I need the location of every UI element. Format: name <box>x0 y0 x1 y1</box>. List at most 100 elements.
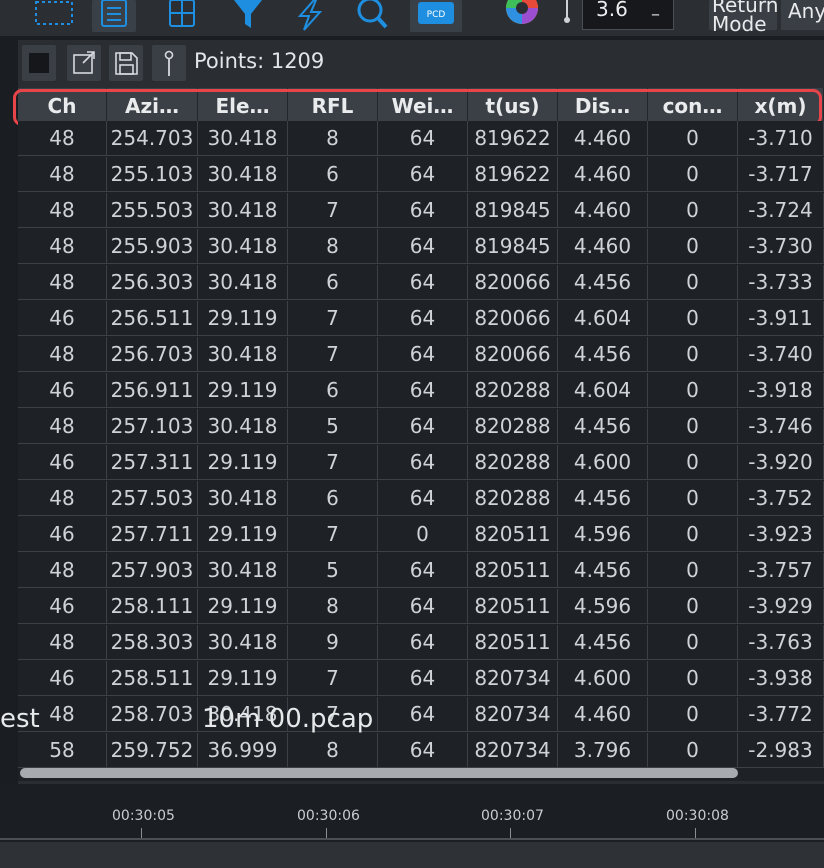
table-cell: 4.456 <box>558 265 648 300</box>
table-cell: -3.717 <box>738 157 824 192</box>
filter-icon[interactable] <box>226 0 270 32</box>
table-cell: 30.418 <box>198 553 288 588</box>
table-cell: 6 <box>288 373 378 408</box>
export-button[interactable] <box>67 45 101 81</box>
table-cell: -3.929 <box>738 589 824 624</box>
table-cell: 0 <box>648 445 738 480</box>
table-cell: 819622 <box>468 121 558 156</box>
table-cell: 64 <box>378 193 468 228</box>
table-cell: -3.724 <box>738 193 824 228</box>
timeline-tick <box>695 828 696 838</box>
table-cell: 0 <box>648 517 738 552</box>
timeline-footer <box>0 842 824 868</box>
table-row[interactable]: 48 258.303 30.418 9 64 820511 4.456 0 -3.763 <box>18 625 824 661</box>
table-cell: 5 <box>288 409 378 444</box>
table-row[interactable]: 48 257.103 30.418 5 64 820288 4.456 0 -3.746 <box>18 409 824 445</box>
table-cell: -3.938 <box>738 661 824 696</box>
table-row[interactable]: 46 257.311 29.119 7 64 820288 4.600 0 -3.920 <box>18 445 824 481</box>
table-cell: 64 <box>378 697 468 732</box>
table-cell: 0 <box>648 229 738 264</box>
timeline-tick-label: 00:30:08 <box>666 808 729 824</box>
table-cell: 64 <box>378 373 468 408</box>
table-cell: 46 <box>18 589 107 624</box>
pin-button[interactable] <box>152 45 186 81</box>
point-size-decrement[interactable]: – <box>651 4 660 25</box>
select-rect-icon[interactable] <box>28 0 80 32</box>
timeline-tick <box>510 828 511 838</box>
table-cell: -3.752 <box>738 481 824 516</box>
table-cell: 48 <box>18 409 107 444</box>
table-cell: 8 <box>288 733 378 768</box>
grid-view-icon[interactable] <box>160 0 204 32</box>
search-icon[interactable] <box>350 0 394 32</box>
table-row[interactable]: 48 254.703 30.418 8 64 819622 4.460 0 -3.710 <box>18 121 824 157</box>
table-cell: -3.730 <box>738 229 824 264</box>
table-cell: 7 <box>288 445 378 480</box>
table-cell: -2.983 <box>738 733 824 768</box>
table-row[interactable]: 46 258.111 29.119 8 64 820511 4.596 0 -3.929 <box>18 589 824 625</box>
table-row[interactable]: 48 257.503 30.418 6 64 820288 4.456 0 -3.752 <box>18 481 824 517</box>
table-cell: 4.460 <box>558 157 648 192</box>
main-toolbar: PCD 3.6 – Return Mode Any <box>0 0 824 36</box>
table-cell: 820288 <box>468 445 558 480</box>
table-cell: 0 <box>648 697 738 732</box>
table-cell: 820511 <box>468 589 558 624</box>
table-row[interactable]: 58 259.752 36.999 8 64 820734 3.796 0 -2.983 <box>18 733 824 769</box>
table-cell: 0 <box>648 553 738 588</box>
list-view-icon[interactable] <box>92 0 136 32</box>
horizontal-scrollbar[interactable] <box>20 768 738 778</box>
timeline-track <box>0 838 824 840</box>
table-row[interactable]: 46 258.511 29.119 7 64 820734 4.600 0 -3.938 <box>18 661 824 697</box>
table-cell: 255.503 <box>107 193 198 228</box>
table-cell: 30.418 <box>198 193 288 228</box>
table-cell: 48 <box>18 625 107 660</box>
table-row[interactable]: 48 257.903 30.418 5 64 820511 4.456 0 -3.757 <box>18 553 824 589</box>
table-cell: 36.999 <box>198 733 288 768</box>
table-row[interactable]: 46 256.511 29.119 7 64 820066 4.604 0 -3.911 <box>18 301 824 337</box>
stop-button[interactable] <box>22 45 56 81</box>
save-icon <box>115 52 138 75</box>
table-cell: -3.710 <box>738 121 824 156</box>
table-cell: 4.456 <box>558 409 648 444</box>
table-cell: -3.911 <box>738 301 824 336</box>
return-mode-label: Return Mode <box>712 0 779 36</box>
point-size-slider-icon[interactable] <box>560 0 574 32</box>
table-cell: 4.456 <box>558 337 648 372</box>
table-cell: -3.772 <box>738 697 824 732</box>
table-cell: 30.418 <box>198 157 288 192</box>
table-cell: -3.733 <box>738 265 824 300</box>
table-cell: 7 <box>288 193 378 228</box>
overlay-file-name: 10m 00.pcap <box>202 704 374 734</box>
table-cell: 30.418 <box>198 337 288 372</box>
table-cell: 257.503 <box>107 481 198 516</box>
table-cell: 7 <box>288 661 378 696</box>
table-cell: 820734 <box>468 733 558 768</box>
table-cell: 4.456 <box>558 481 648 516</box>
table-row[interactable]: 48 256.703 30.418 7 64 820066 4.456 0 -3.740 <box>18 337 824 373</box>
table-row[interactable]: 48 255.903 30.418 8 64 819845 4.460 0 -3.730 <box>18 229 824 265</box>
table-cell: 4.460 <box>558 121 648 156</box>
table-cell: 64 <box>378 409 468 444</box>
table-cell: 257.711 <box>107 517 198 552</box>
table-row[interactable]: 46 257.711 29.119 7 0 820511 4.596 0 -3.923 <box>18 517 824 553</box>
table-row[interactable]: 48 255.103 30.418 6 64 819622 4.460 0 -3.717 <box>18 157 824 193</box>
table-cell: 64 <box>378 625 468 660</box>
color-wheel-icon[interactable] <box>500 0 544 32</box>
table-row[interactable]: 48 256.303 30.418 6 64 820066 4.456 0 -3.733 <box>18 265 824 301</box>
table-cell: 255.903 <box>107 229 198 264</box>
save-button[interactable] <box>109 45 143 81</box>
table-cell: -3.746 <box>738 409 824 444</box>
points-count: Points: 1209 <box>194 49 325 73</box>
pcd-icon[interactable]: PCD <box>410 0 462 32</box>
table-cell: 0 <box>648 157 738 192</box>
table-cell: 4.604 <box>558 373 648 408</box>
table-row[interactable]: 48 258.703 30.418 7 64 820734 4.460 0 -3.772 <box>18 697 824 733</box>
table-cell: 64 <box>378 661 468 696</box>
table-body[interactable]: 48 254.703 30.418 8 64 819622 4.460 0 -3.710 48 25… <box>18 121 824 781</box>
table-cell: 64 <box>378 337 468 372</box>
lightning-icon[interactable] <box>288 0 332 32</box>
table-cell: 64 <box>378 229 468 264</box>
table-row[interactable]: 46 256.911 29.119 6 64 820288 4.604 0 -3.918 <box>18 373 824 409</box>
table-cell: 820734 <box>468 661 558 696</box>
table-row[interactable]: 48 255.503 30.418 7 64 819845 4.460 0 -3.724 <box>18 193 824 229</box>
